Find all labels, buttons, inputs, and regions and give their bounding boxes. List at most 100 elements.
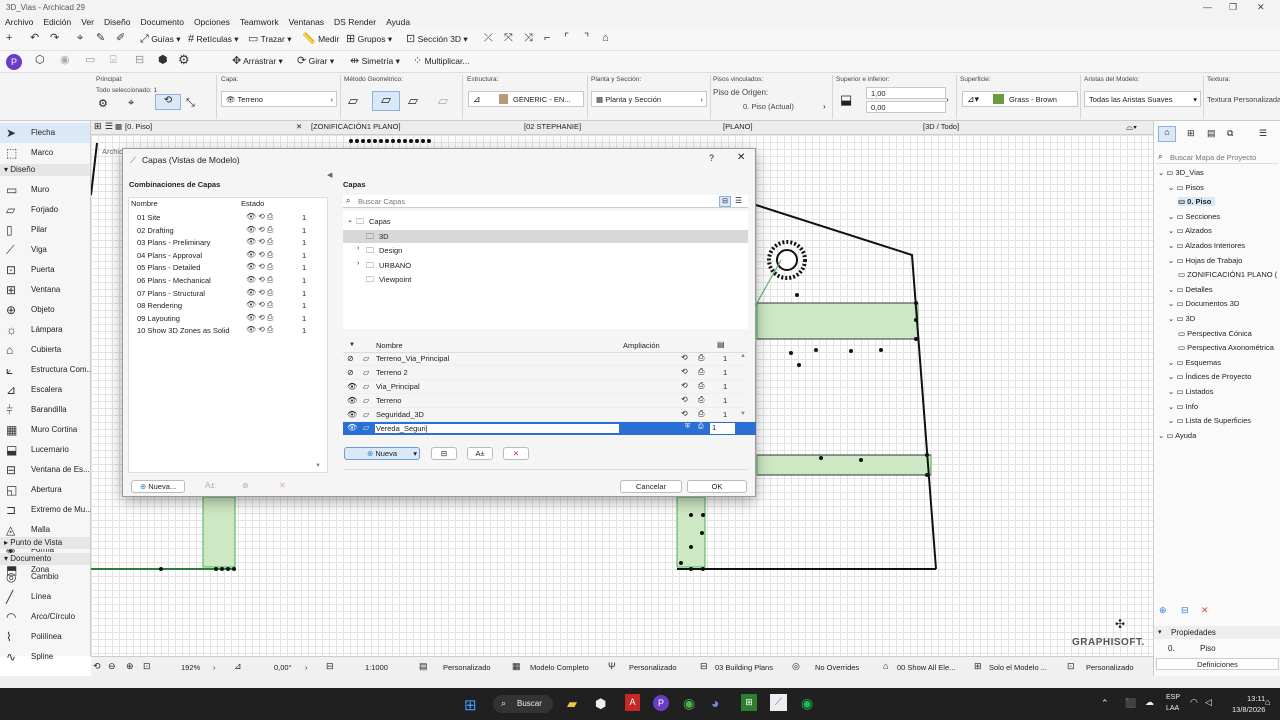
zoom-out-icon[interactable]: ⊖ xyxy=(108,661,116,672)
menu-archivo[interactable]: Archivo xyxy=(0,15,38,27)
overrides-value[interactable]: No Overrides xyxy=(815,663,859,672)
tool-slab[interactable]: ▱ Forjado xyxy=(0,200,90,220)
capa-select[interactable]: 👁 Terreno › xyxy=(221,91,337,107)
view-map-icon[interactable]: ⊞ xyxy=(1187,128,1195,139)
geometry-slope-icon[interactable]: ▱ xyxy=(372,91,400,111)
collapse-panel-icon[interactable]: ◀ xyxy=(327,171,332,179)
guias-button[interactable]: ⤢ Guías ▾ xyxy=(140,34,181,45)
rename-layer-button[interactable]: A± xyxy=(467,447,493,460)
tool-railing[interactable]: ⫩ Barandilla xyxy=(0,400,90,420)
acrobat-icon[interactable]: A xyxy=(625,694,640,711)
tree-item[interactable]: ▭ Perspectiva Axonométrica xyxy=(1178,343,1274,352)
tab-menu-icon[interactable]: ⌓▾ xyxy=(1126,122,1137,133)
layer-combo-value[interactable]: Personalizado xyxy=(443,663,491,672)
eye-icon[interactable]: 👁 xyxy=(347,382,357,391)
lock-icon[interactable]: ⟲ xyxy=(681,409,688,418)
minimize-icon[interactable]: — xyxy=(1203,2,1212,12)
piso-chevron-icon[interactable]: › xyxy=(823,102,826,111)
cancel-button[interactable]: Cancelar xyxy=(620,480,682,493)
tray-app-icon[interactable]: ⬛ xyxy=(1125,698,1136,709)
tool-arc[interactable]: ◠ Arco/Círculo xyxy=(0,607,90,627)
delete-view-icon[interactable]: ✕ xyxy=(1201,605,1209,616)
arrow-mode-icon[interactable]: ⟲ xyxy=(155,94,181,110)
ok-button[interactable]: OK xyxy=(687,480,747,493)
seccion3d-button[interactable]: ⊡ Sección 3D ▾ xyxy=(406,34,468,45)
tree-item[interactable]: ⌄ ▭ Secciones xyxy=(1168,212,1220,221)
pen-number-input[interactable]: 1 xyxy=(710,423,735,434)
wireframe-icon[interactable]: ▱ xyxy=(363,410,369,419)
update-combo-icon[interactable]: ⊚ xyxy=(242,481,249,490)
folder-row[interactable]: 🗀 3D xyxy=(343,229,748,243)
structure-display-value[interactable]: Solo el Modelo ... xyxy=(989,663,1047,672)
tab-piso-close-icon[interactable]: ✕ xyxy=(296,122,302,131)
tree-item[interactable]: ⌄ ▭ Alzados Interiores xyxy=(1168,241,1245,250)
layer-row[interactable]: ⊘ ▱ Terreno 2 ⟲ ⎙ 1 xyxy=(343,366,746,380)
tool-spline[interactable]: ∿ Spline xyxy=(0,647,90,667)
geometry-ridge-icon[interactable]: ▱ xyxy=(438,93,448,109)
wireframe-icon[interactable]: ▱ xyxy=(363,396,369,405)
settings-icon[interactable]: ⚙ xyxy=(178,53,190,66)
tool-polyline[interactable]: ⌇ Polilínea xyxy=(0,627,90,647)
sup-chevron-icon[interactable]: › xyxy=(946,95,949,104)
chrome-icon[interactable]: ◉ xyxy=(683,695,695,712)
pick-icon[interactable]: ⌖ xyxy=(77,33,83,44)
folder-toggle-icon[interactable]: › xyxy=(357,260,359,267)
wireframe-icon[interactable]: ▱ xyxy=(363,382,369,391)
help-icon[interactable]: ? xyxy=(709,153,714,163)
menu-documento[interactable]: Documento xyxy=(135,15,188,27)
tree-item[interactable]: ⌄ ▭ Documentos 3D xyxy=(1168,299,1239,308)
combo-row[interactable]: 08 Rendering 👁⟲⎙ 1 xyxy=(132,300,322,312)
maximize-icon[interactable]: ❐ xyxy=(1229,2,1237,13)
layer-row[interactable]: 👁 ▱ Via_Principal ⟲ ⎙ 1 xyxy=(343,380,746,394)
menu-dise-o[interactable]: Diseño xyxy=(99,15,135,27)
tab-plano[interactable]: [PLANO] xyxy=(723,122,753,131)
medir-button[interactable]: 📏 Medir xyxy=(302,34,339,45)
split-icon[interactable]: ⤫ xyxy=(484,33,493,44)
lock-icon[interactable]: ⟲ xyxy=(681,353,688,362)
tool-beam[interactable]: ⟋ Viga xyxy=(0,240,90,260)
orientation-icon[interactable]: ⤡ xyxy=(186,97,195,110)
discord-icon[interactable]: ◕ xyxy=(711,695,719,711)
nueva-combo-button[interactable]: ⊕ Nueva... xyxy=(131,480,185,493)
rename-combo-icon[interactable]: A± xyxy=(205,481,215,490)
tool-object[interactable]: ⊕ Objeto xyxy=(0,300,90,320)
wifi-icon[interactable]: ◠ xyxy=(1190,697,1198,708)
menu-opciones[interactable]: Opciones xyxy=(189,15,235,27)
delete-combo-icon[interactable]: ✕ xyxy=(279,481,286,490)
add-icon[interactable]: + xyxy=(6,33,12,44)
zoom-value[interactable]: 192% xyxy=(181,663,200,672)
volume-icon[interactable]: ◁ xyxy=(1205,697,1212,708)
tree-item[interactable]: ⌄ ▭ Ayuda xyxy=(1158,431,1196,440)
list-view-icon[interactable]: ☰ xyxy=(735,196,742,205)
tab-piso[interactable]: [0. Piso] xyxy=(125,122,152,131)
combo-row[interactable]: 03 Plans - Preliminary 👁⟲⎙ 1 xyxy=(132,237,322,249)
cube-icon[interactable]: ⬡ xyxy=(35,55,45,66)
redo-icon[interactable]: ↷ xyxy=(50,33,59,44)
undo-zoom-icon[interactable]: ⟲ xyxy=(93,661,101,672)
tool-skylight[interactable]: ⬓ Lucernario xyxy=(0,440,90,460)
layer-row[interactable]: 👁 ▱ Terreno ⟲ ⎙ 1 xyxy=(343,394,746,408)
tree-item[interactable]: ▭ Perspectiva Cónica xyxy=(1178,329,1252,338)
layer-row[interactable]: 👁 ▱ Seguridad_3D ⟲ ⎙ 1 xyxy=(343,408,746,422)
simetria-button[interactable]: ⇹ Simetría ▾ xyxy=(350,56,400,67)
tree-item[interactable]: ▭ 0. Piso xyxy=(1178,197,1216,207)
app-icon-1[interactable]: ⬢ xyxy=(595,696,606,712)
notifications-icon[interactable]: ⌂ xyxy=(1265,697,1270,707)
layer-row[interactable]: ⊘ ▱ Terreno_Via_Principal ⟲ ⎙ 1 xyxy=(343,352,746,366)
tree-item[interactable]: ⌄ ▭ Lista de Superficies xyxy=(1168,416,1251,425)
print-icon[interactable]: ⎙ xyxy=(698,409,704,419)
combo-row[interactable]: 05 Plans - Detailed 👁⟲⎙ 1 xyxy=(132,262,322,274)
file-explorer-icon[interactable]: ▰ xyxy=(567,696,577,712)
tree-item[interactable]: ⌄ ▭ Esquemas xyxy=(1168,358,1221,367)
zoom-in-icon[interactable]: ⊕ xyxy=(126,661,134,672)
tabs-list-icon[interactable]: ☰ xyxy=(105,121,113,132)
combo-row[interactable]: 09 Layouting 👁⟲⎙ 1 xyxy=(132,313,322,325)
geometry-flat-icon[interactable]: ▱ xyxy=(348,93,358,109)
grupos-button[interactable]: ⊞ Grupos ▾ xyxy=(346,34,392,45)
inferior-field[interactable]: 0,00 xyxy=(866,101,946,113)
folder-row[interactable]: › 🗀 URBANO xyxy=(343,259,748,272)
taskbar-search[interactable]: ⌕ Buscar xyxy=(493,695,553,713)
clock-date[interactable]: 13/8/2026 xyxy=(1232,705,1265,714)
combo-row[interactable]: 10 Show 3D Zones as Solid 👁⟲⎙ 1 xyxy=(132,325,322,337)
tool-lamp[interactable]: ☼ Lámpara xyxy=(0,320,90,340)
